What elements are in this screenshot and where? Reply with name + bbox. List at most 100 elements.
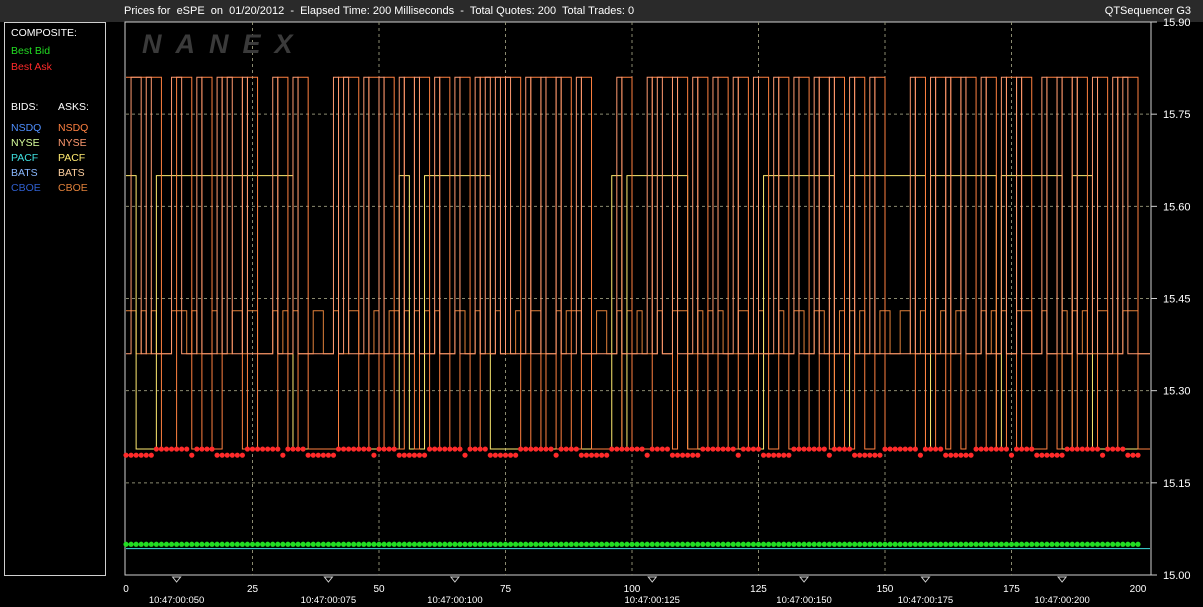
best-bid-point <box>745 541 751 547</box>
best-ask-point <box>1054 452 1060 458</box>
best-ask-point <box>366 446 372 452</box>
best-ask-point <box>674 452 681 458</box>
y-tick-label: 15.15 <box>1163 478 1191 490</box>
x-tick-label: 200 <box>1130 584 1147 595</box>
best-bid-point <box>229 541 235 547</box>
best-bid-point <box>917 541 924 547</box>
best-bid-point <box>877 541 883 547</box>
best-bid-point <box>902 541 908 547</box>
best-ask-point <box>750 446 757 452</box>
best-bid-point <box>290 541 296 547</box>
time-marker <box>798 576 810 583</box>
best-bid-point <box>447 541 453 547</box>
best-ask-point <box>705 446 711 452</box>
best-bid-point <box>897 541 903 547</box>
best-bid-point <box>953 541 959 547</box>
time-label: 10:47:00:075 <box>301 595 356 606</box>
best-ask-point <box>573 446 579 452</box>
best-ask-point <box>836 446 843 452</box>
best-ask-point <box>1115 446 1121 452</box>
best-ask-point <box>163 446 170 452</box>
best-ask-point <box>766 452 772 458</box>
best-ask-point <box>254 446 261 452</box>
best-ask-point <box>700 446 706 452</box>
best-bid-point <box>852 541 858 547</box>
best-bid-point <box>219 541 225 547</box>
best-ask-point <box>816 446 822 452</box>
best-ask-point <box>867 452 873 458</box>
best-bid-point <box>254 541 261 547</box>
best-bid-point <box>330 541 337 547</box>
best-ask-point <box>199 446 205 452</box>
best-bid-point <box>649 541 655 547</box>
best-ask-point <box>371 452 377 458</box>
best-bid-point <box>841 541 848 547</box>
best-ask-point <box>588 452 595 458</box>
best-ask-point <box>386 446 392 452</box>
best-ask-point <box>664 446 671 452</box>
best-bid-point <box>396 541 402 547</box>
best-bid-point <box>224 541 230 547</box>
best-ask-point <box>1039 452 1045 458</box>
best-ask-point <box>452 446 458 452</box>
x-tick-label: 25 <box>247 584 259 595</box>
best-bid-point <box>563 541 569 547</box>
best-bid-point <box>639 541 645 547</box>
best-bid-point <box>239 541 245 547</box>
best-bid-point <box>1013 541 1020 547</box>
best-ask-point <box>143 452 149 458</box>
best-ask-point <box>669 452 676 458</box>
best-ask-point <box>978 446 984 452</box>
best-ask-point <box>330 452 337 458</box>
best-bid-point <box>568 541 574 547</box>
best-ask-point <box>1099 452 1106 458</box>
best-bid-point <box>846 541 853 547</box>
best-bid-point <box>978 541 984 547</box>
best-ask-point <box>846 446 853 452</box>
best-ask-point <box>614 446 620 452</box>
best-bid-point <box>963 541 969 547</box>
best-ask-point <box>619 446 625 452</box>
best-ask-point <box>639 446 645 452</box>
best-ask-point <box>244 446 251 452</box>
best-bid-point <box>244 541 251 547</box>
best-ask-point <box>502 452 509 458</box>
best-ask-point <box>897 446 903 452</box>
best-bid-point <box>816 541 822 547</box>
best-ask-point <box>1135 452 1141 458</box>
best-bid-point <box>513 541 519 547</box>
best-bid-point <box>1044 541 1050 547</box>
best-bid-point <box>153 541 159 547</box>
best-ask-point <box>659 446 665 452</box>
best-ask-point <box>507 452 514 458</box>
best-bid-point <box>609 541 615 547</box>
best-ask-point <box>578 452 585 458</box>
best-bid-point <box>710 541 716 547</box>
best-bid-point <box>335 541 342 547</box>
best-ask-point <box>472 446 478 452</box>
best-bid-point <box>1115 541 1121 547</box>
best-ask-point <box>644 452 650 458</box>
best-bid-point <box>912 541 918 547</box>
best-ask-point <box>153 446 159 452</box>
best-bid-point <box>184 541 190 547</box>
time-label: 10:47:00:175 <box>898 595 953 606</box>
best-ask-point <box>477 446 483 452</box>
best-bid-point <box>558 541 564 547</box>
best-ask-point <box>1110 446 1116 452</box>
best-ask-point <box>209 446 215 452</box>
best-ask-point <box>497 452 504 458</box>
best-ask-point <box>174 446 180 452</box>
best-bid-point <box>806 541 812 547</box>
best-bid-point <box>467 541 473 547</box>
best-bid-point <box>766 541 772 547</box>
best-bid-point <box>1039 541 1045 547</box>
best-ask-point <box>128 452 134 458</box>
best-bid-point <box>507 541 514 547</box>
best-bid-point <box>1074 541 1080 547</box>
best-ask-point <box>523 446 529 452</box>
best-bid-point <box>158 541 165 547</box>
best-bid-point <box>735 541 741 547</box>
best-ask-point <box>1059 452 1065 458</box>
best-ask-point <box>745 446 751 452</box>
